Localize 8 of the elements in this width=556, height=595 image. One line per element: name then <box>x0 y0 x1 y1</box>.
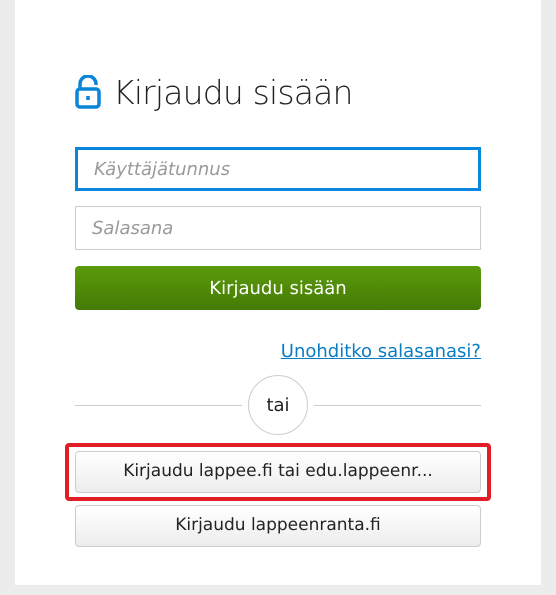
unlocked-padlock-icon <box>75 75 101 109</box>
input-field[interactable]: Käyttäjätunnus <box>75 147 481 191</box>
page-title: Kirjaudu sisään <box>113 76 353 108</box>
forgot-password-link[interactable]: Unohditko salasanasi? <box>280 338 481 365</box>
sign-in-option-button[interactable]: Kirjaudu lappee.fi tai edu.lappeenr... <box>75 451 481 493</box>
sign-in-option-button[interactable]: Kirjaudu lappeenranta.fi <box>75 505 481 547</box>
login-button[interactable]: Kirjaudu sisään <box>75 266 481 310</box>
input-field[interactable]: Salasana <box>75 206 481 250</box>
